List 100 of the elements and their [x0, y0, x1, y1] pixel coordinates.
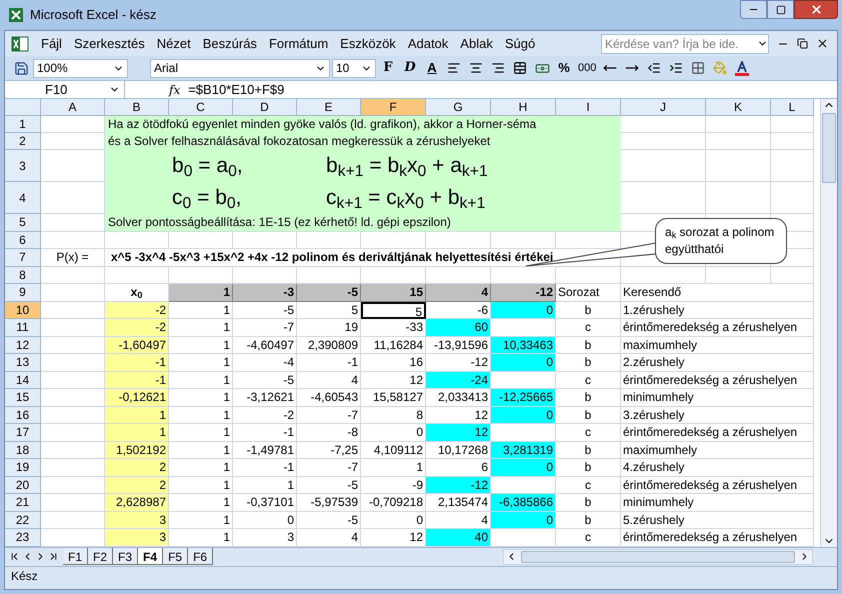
- align-center-icon: [469, 61, 483, 75]
- row-header[interactable]: 2: [5, 133, 41, 150]
- last-sheet-icon[interactable]: [48, 551, 59, 562]
- table-cell: 1: [169, 336, 233, 354]
- row-header[interactable]: 9: [5, 284, 41, 302]
- font-size-dropdown[interactable]: 10: [332, 58, 376, 78]
- column-header[interactable]: L: [771, 99, 814, 116]
- table-cell: -12: [426, 476, 491, 494]
- row-header[interactable]: 12: [5, 336, 41, 354]
- format-button[interactable]: A: [422, 58, 442, 78]
- table-cell: 1: [169, 424, 233, 442]
- percent-button[interactable]: %: [554, 58, 574, 78]
- format-button[interactable]: F: [378, 58, 398, 78]
- table-cell: -6,385866: [491, 494, 556, 512]
- menu-item[interactable]: Nézet: [150, 34, 197, 54]
- row-header[interactable]: 20: [5, 476, 41, 494]
- thousands-button[interactable]: 000: [576, 58, 598, 78]
- row-header[interactable]: 23: [5, 529, 41, 546]
- column-header[interactable]: J: [621, 99, 706, 116]
- menu-item[interactable]: Fájl: [35, 34, 68, 54]
- help-search-field[interactable]: Kérdése van? Írja be ide.: [601, 34, 769, 54]
- merge-cells-icon: [513, 61, 527, 75]
- table-cell: érintőmeredekség a zérushelyen: [621, 476, 814, 494]
- table-cell: b: [556, 389, 621, 406]
- table-cell: 4: [297, 372, 361, 389]
- formula-text: b$_{0}$ = a$_{0}$,: [172, 153, 244, 182]
- close-icon[interactable]: [816, 37, 829, 50]
- format-button[interactable]: D: [400, 58, 420, 78]
- empty-cell: [771, 182, 814, 214]
- row-header[interactable]: 6: [5, 232, 41, 249]
- row-header[interactable]: 17: [5, 424, 41, 442]
- menu-item[interactable]: Ablak: [454, 34, 499, 54]
- menu-item[interactable]: Formátum: [262, 34, 334, 54]
- zoom-dropdown[interactable]: 100%: [33, 58, 128, 78]
- table-cell: -7: [297, 459, 361, 476]
- empty-cell: [771, 150, 814, 182]
- table-cell: b: [556, 512, 621, 529]
- row-header[interactable]: 19: [5, 459, 41, 476]
- column-header[interactable]: E: [297, 99, 361, 116]
- row-header[interactable]: 5: [5, 214, 41, 232]
- empty-cell: [706, 133, 771, 150]
- row-header[interactable]: 11: [5, 319, 41, 336]
- menu-item[interactable]: Adatok: [402, 34, 454, 54]
- vertical-scrollbar[interactable]: [820, 99, 837, 546]
- row-header[interactable]: 16: [5, 406, 41, 424]
- row-header[interactable]: 3: [5, 150, 41, 182]
- row-header[interactable]: 13: [5, 354, 41, 372]
- table-cell: 1.zérushely: [621, 302, 814, 319]
- spreadsheet-doc-icon[interactable]: [11, 36, 29, 52]
- table-cell: érintőmeredekség a zérushelyen: [621, 372, 814, 389]
- font-dropdown[interactable]: Arial: [150, 58, 330, 78]
- close-button[interactable]: [794, 0, 838, 19]
- column-header[interactable]: H: [491, 99, 556, 116]
- table-cell: 1: [169, 512, 233, 529]
- table-cell: 1: [169, 406, 233, 424]
- column-header[interactable]: B: [105, 99, 169, 116]
- horizontal-scrollbar[interactable]: [503, 548, 813, 564]
- sheet-tab[interactable]: F2: [88, 548, 114, 565]
- sheet-tab[interactable]: F5: [163, 548, 188, 565]
- table-cell: -5: [297, 476, 361, 494]
- column-header[interactable]: G: [426, 99, 491, 116]
- menu-item[interactable]: Szerkesztés: [68, 34, 151, 54]
- menu-item[interactable]: Eszközök: [334, 34, 402, 54]
- row-header[interactable]: 18: [5, 442, 41, 459]
- column-header[interactable]: F: [361, 99, 426, 116]
- column-header[interactable]: K: [706, 99, 771, 116]
- row-header[interactable]: 4: [5, 182, 41, 214]
- row-header[interactable]: 8: [5, 266, 41, 284]
- insert-function-button[interactable]: fx: [165, 80, 184, 98]
- table-cell: minimumhely: [621, 494, 814, 512]
- column-header[interactable]: A: [41, 99, 105, 116]
- first-sheet-icon[interactable]: [9, 551, 20, 562]
- row-header[interactable]: 14: [5, 372, 41, 389]
- menu-item[interactable]: Beszúrás: [196, 34, 263, 54]
- sheet-tab[interactable]: F4: [138, 548, 164, 565]
- table-cell: 12: [426, 424, 491, 442]
- table-cell: Sorozat: [556, 284, 621, 302]
- maximize-button[interactable]: [767, 0, 794, 19]
- column-header[interactable]: D: [233, 99, 297, 116]
- sheet-tab[interactable]: F6: [188, 548, 214, 565]
- table-cell: -7: [297, 406, 361, 424]
- row-header[interactable]: 21: [5, 494, 41, 512]
- sheet-tab[interactable]: F1: [63, 548, 88, 565]
- align-right-icon: [491, 61, 505, 75]
- name-box[interactable]: F10: [5, 81, 125, 98]
- restore-icon[interactable]: [797, 38, 808, 49]
- column-header[interactable]: C: [169, 99, 233, 116]
- sheet-tab[interactable]: F3: [113, 548, 138, 565]
- scroll-thumb[interactable]: [822, 113, 836, 183]
- row-header[interactable]: 15: [5, 389, 41, 406]
- row-header[interactable]: 7: [5, 249, 41, 266]
- row-header[interactable]: 22: [5, 512, 41, 529]
- formula-text: c$_{0}$ = b$_{0}$,: [172, 185, 242, 214]
- formula-field[interactable]: =$B10*E10+F$9: [184, 81, 837, 98]
- scroll-thumb[interactable]: [521, 550, 795, 562]
- row-header[interactable]: 10: [5, 302, 41, 319]
- menu-item[interactable]: Súgó: [498, 34, 542, 54]
- row-header[interactable]: 1: [5, 116, 41, 133]
- column-header[interactable]: I: [556, 99, 621, 116]
- table-cell: 16: [361, 354, 426, 372]
